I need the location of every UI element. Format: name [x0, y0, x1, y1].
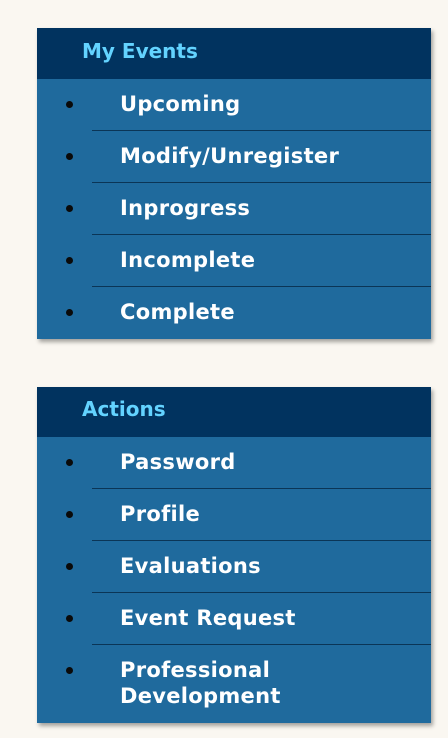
my-events-panel: My Events Upcoming Modify/Unregister Inp…	[37, 28, 431, 339]
bullet-icon	[66, 667, 73, 674]
bullet-icon	[66, 257, 73, 264]
menu-item-evaluations[interactable]: Evaluations	[37, 541, 431, 593]
menu-item-label[interactable]: Evaluations	[120, 541, 261, 593]
menu-item-label[interactable]: Profile	[120, 489, 200, 541]
menu-item-label[interactable]: Password	[120, 437, 236, 489]
menu-item-professional-development[interactable]: Professional Development	[37, 645, 431, 723]
bullet-icon	[66, 153, 73, 160]
menu-item-profile[interactable]: Profile	[37, 489, 431, 541]
menu-item-complete[interactable]: Complete	[37, 287, 431, 339]
actions-panel: Actions Password Profile Evaluations Eve…	[37, 387, 431, 723]
bullet-icon	[66, 309, 73, 316]
menu-item-upcoming[interactable]: Upcoming	[37, 79, 431, 131]
bullet-icon	[66, 511, 73, 518]
menu-item-label[interactable]: Incomplete	[120, 235, 255, 287]
my-events-header: My Events	[37, 28, 431, 79]
menu-item-incomplete[interactable]: Incomplete	[37, 235, 431, 287]
bullet-icon	[66, 459, 73, 466]
bullet-icon	[66, 205, 73, 212]
menu-item-password[interactable]: Password	[37, 437, 431, 489]
menu-item-label[interactable]: Complete	[120, 287, 235, 339]
menu-item-modify-unregister[interactable]: Modify/Unregister	[37, 131, 431, 183]
menu-item-label[interactable]: Inprogress	[120, 183, 250, 235]
actions-menu: Password Profile Evaluations Event Reque…	[37, 437, 431, 723]
menu-item-label[interactable]: Modify/Unregister	[120, 131, 339, 183]
menu-item-label[interactable]: Upcoming	[120, 79, 240, 131]
menu-item-label[interactable]: Event Request	[120, 593, 296, 645]
menu-item-event-request[interactable]: Event Request	[37, 593, 431, 645]
menu-item-label[interactable]: Professional Development	[120, 657, 420, 709]
menu-item-inprogress[interactable]: Inprogress	[37, 183, 431, 235]
my-events-menu: Upcoming Modify/Unregister Inprogress In…	[37, 79, 431, 339]
bullet-icon	[66, 563, 73, 570]
bullet-icon	[66, 615, 73, 622]
actions-header: Actions	[37, 387, 431, 437]
bullet-icon	[66, 101, 73, 108]
